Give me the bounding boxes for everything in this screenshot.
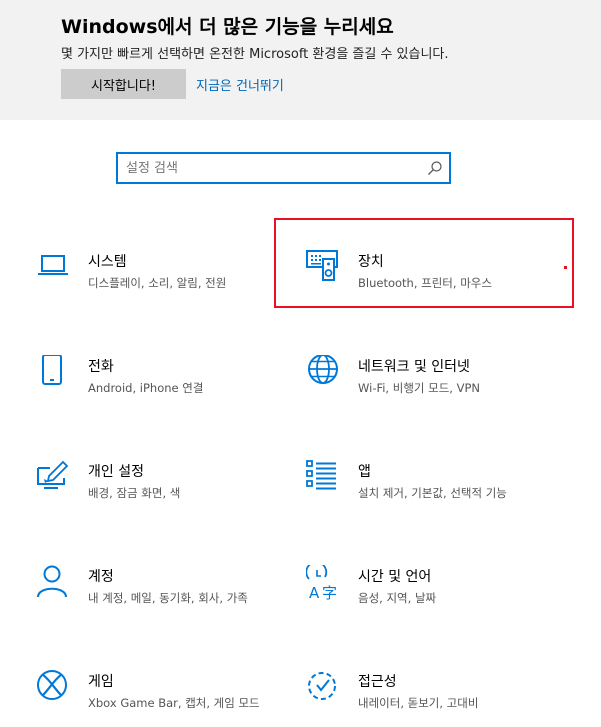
tile-network[interactable]: 네트워크 및 인터넷 Wi-Fi, 비행기 모드, VPN <box>306 355 546 425</box>
tile-description: Xbox Game Bar, 캡처, 게임 모드 <box>88 696 260 710</box>
tile-description: 내레이터, 돋보기, 고대비 <box>358 696 479 710</box>
tile-gaming[interactable]: 게임 Xbox Game Bar, 캡처, 게임 모드 <box>36 670 276 727</box>
tile-system[interactable]: 시스템 디스플레이, 소리, 알림, 전원 <box>36 250 276 320</box>
laptop-icon <box>36 250 72 286</box>
tile-phone[interactable]: 전화 Android, iPhone 연결 <box>36 355 276 425</box>
svg-text:A: A <box>309 584 320 601</box>
tile-description: 설치 제거, 기본값, 선택적 기능 <box>358 486 507 500</box>
search-box[interactable] <box>116 152 451 184</box>
tile-description: 배경, 잠금 화면, 색 <box>88 486 181 500</box>
highlight-marker <box>564 266 567 269</box>
apps-icon <box>306 460 342 496</box>
tile-title: 네트워크 및 인터넷 <box>358 359 470 375</box>
skip-link[interactable]: 지금은 건너뛰기 <box>196 75 284 94</box>
banner-title: Windows에서 더 많은 기능을 누리세요 <box>61 16 394 38</box>
globe-icon <box>306 355 342 391</box>
tile-apps[interactable]: 앱 설치 제거, 기본값, 선택적 기능 <box>306 460 546 530</box>
phone-icon <box>36 355 72 391</box>
tile-title: 시스템 <box>88 254 127 270</box>
xbox-icon <box>36 670 72 706</box>
personalization-icon <box>36 460 72 496</box>
tile-title: 접근성 <box>358 674 397 690</box>
tile-accessibility[interactable]: 접근성 내레이터, 돋보기, 고대비 <box>306 670 546 727</box>
highlight-box <box>274 218 574 308</box>
tile-accounts[interactable]: 계정 내 계정, 메일, 동기화, 회사, 가족 <box>36 565 276 635</box>
banner-subtitle: 몇 가지만 빠르게 선택하면 온전한 Microsoft 환경을 즐길 수 있습… <box>61 47 449 62</box>
tile-title: 앱 <box>358 464 371 480</box>
start-button[interactable]: 시작합니다! <box>61 69 186 99</box>
tile-description: 음성, 지역, 날짜 <box>358 591 437 605</box>
tile-time-language[interactable]: A 字 시간 및 언어 음성, 지역, 날짜 <box>306 565 546 635</box>
tile-title: 시간 및 언어 <box>358 569 432 585</box>
search-input[interactable] <box>126 159 416 177</box>
tile-description: Wi-Fi, 비행기 모드, VPN <box>358 381 481 395</box>
accessibility-icon <box>306 670 342 706</box>
tile-description: 내 계정, 메일, 동기화, 회사, 가족 <box>88 591 248 605</box>
tile-title: 게임 <box>88 674 114 690</box>
tile-description: Android, iPhone 연결 <box>88 381 204 395</box>
svg-text:字: 字 <box>322 584 337 601</box>
person-icon <box>36 565 72 601</box>
tile-title: 전화 <box>88 359 114 375</box>
tile-description: 디스플레이, 소리, 알림, 전원 <box>88 276 227 290</box>
tile-personalization[interactable]: 개인 설정 배경, 잠금 화면, 색 <box>36 460 276 530</box>
tile-title: 개인 설정 <box>88 464 144 480</box>
search-icon[interactable] <box>427 160 443 176</box>
time-language-icon: A 字 <box>306 565 342 601</box>
setup-banner: Windows에서 더 많은 기능을 누리세요 몇 가지만 빠르게 선택하면 온… <box>0 0 601 120</box>
tile-title: 계정 <box>88 569 114 585</box>
